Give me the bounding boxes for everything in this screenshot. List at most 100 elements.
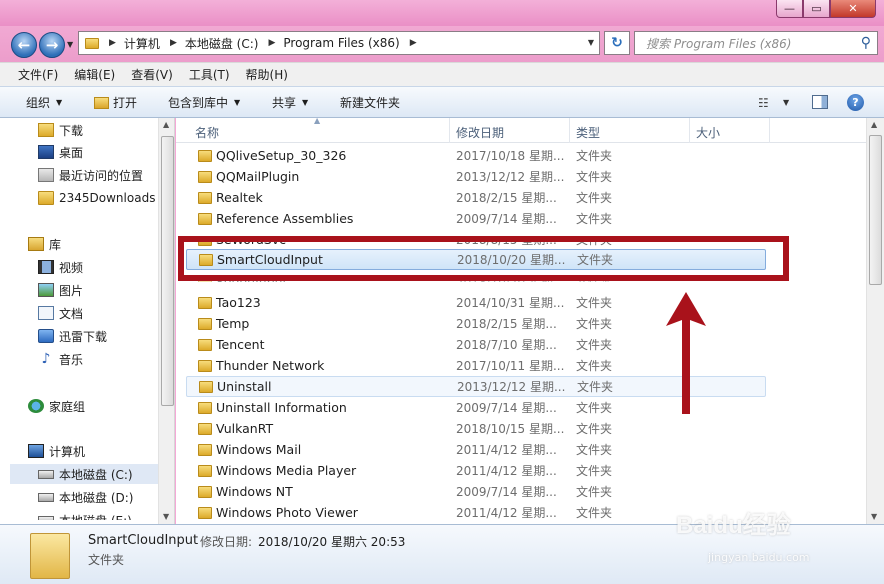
menu-edit[interactable]: 编辑(E)	[74, 66, 115, 83]
document-icon	[38, 306, 54, 320]
file-row[interactable]: QQMailPlugin 2013/12/12 星期... 文件夹	[186, 166, 766, 187]
file-date: 2017/10/11 星期...	[456, 359, 565, 373]
share-label: 共享	[272, 96, 297, 110]
nav-item-homegroup[interactable]: 家庭组	[28, 396, 174, 416]
file-type: 文件夹	[576, 422, 613, 436]
nav-item-drive-c[interactable]: 本地磁盘 (C:)	[10, 464, 158, 484]
nav-item-documents[interactable]: 文档	[38, 303, 174, 323]
breadcrumb-separator-icon[interactable]: ▶	[268, 38, 275, 48]
address-bar[interactable]: ▶ 计算机 ▶ 本地磁盘 (C:) ▶ Program Files (x86) …	[78, 31, 600, 55]
refresh-icon: ↻	[611, 35, 623, 51]
nav-item-libraries[interactable]: 库	[28, 234, 174, 254]
column-divider[interactable]	[689, 118, 690, 143]
search-placeholder: 搜索 Program Files (x86)	[646, 36, 792, 51]
menu-view[interactable]: 查看(V)	[131, 66, 173, 83]
scroll-up-icon[interactable]: ▲	[871, 120, 877, 129]
column-date[interactable]: 修改日期	[456, 124, 504, 141]
chevron-down-icon: ▼	[56, 98, 63, 107]
scroll-thumb[interactable]	[161, 136, 174, 406]
forward-button[interactable]: →	[39, 32, 65, 58]
close-button[interactable]: ✕	[830, 0, 876, 18]
folder-icon	[85, 37, 99, 49]
file-type: 文件夹	[576, 401, 613, 415]
drive-icon	[38, 515, 54, 520]
search-icon[interactable]: ⚲	[861, 35, 871, 51]
scroll-up-icon[interactable]: ▲	[163, 120, 169, 129]
breadcrumb-separator-icon[interactable]: ▶	[170, 38, 177, 48]
breadcrumb-separator-icon[interactable]: ▶	[109, 38, 116, 48]
column-name[interactable]: 名称	[195, 124, 219, 141]
file-date: 2011/4/12 星期...	[456, 443, 557, 457]
nav-item-recent[interactable]: 最近访问的位置	[38, 165, 174, 185]
open-button[interactable]: 打开	[94, 94, 137, 111]
menu-file[interactable]: 文件(F)	[18, 66, 58, 83]
breadcrumb-computer[interactable]: 计算机	[124, 35, 160, 52]
nav-item-drive-d[interactable]: 本地磁盘 (D:)	[38, 487, 174, 507]
drive-icon	[38, 492, 54, 502]
thunder-icon	[38, 329, 54, 343]
new-folder-button[interactable]: 新建文件夹	[340, 94, 400, 111]
column-type[interactable]: 类型	[576, 124, 600, 141]
navigation-scrollbar[interactable]: ▲ ▼	[158, 118, 174, 524]
file-row[interactable]: QQliveSetup_30_326 2017/10/18 星期... 文件夹	[186, 145, 766, 166]
include-label: 包含到库中	[168, 96, 229, 110]
file-type: 文件夹	[577, 380, 614, 394]
scroll-thumb[interactable]	[869, 135, 882, 285]
file-row[interactable]: Reference Assemblies 2009/7/14 星期... 文件夹	[186, 208, 766, 229]
nav-item-label: 本地磁盘 (D:)	[59, 490, 134, 505]
include-in-library-button[interactable]: 包含到库中 ▼	[168, 94, 240, 111]
nav-item-pictures[interactable]: 图片	[38, 280, 174, 300]
nav-item-label: 本地磁盘 (E:)	[59, 513, 132, 524]
file-row[interactable]: VulkanRT 2018/10/15 星期... 文件夹	[186, 418, 766, 439]
file-date: 2013/12/12 星期...	[456, 170, 565, 184]
details-date-label: 修改日期:	[200, 535, 253, 549]
column-divider[interactable]	[569, 118, 570, 143]
file-row[interactable]: Windows Mail 2011/4/12 星期... 文件夹	[186, 439, 766, 460]
column-divider[interactable]	[769, 118, 770, 143]
maximize-button[interactable]: ▭	[803, 0, 830, 18]
nav-item-music[interactable]: ♪ 音乐	[38, 349, 174, 369]
file-row[interactable]: Realtek 2018/2/15 星期... 文件夹	[186, 187, 766, 208]
search-input[interactable]: 搜索 Program Files (x86) ⚲	[634, 31, 878, 55]
file-list-scrollbar[interactable]: ▲ ▼	[866, 118, 884, 524]
nav-item-computer[interactable]: 计算机	[28, 441, 174, 461]
breadcrumb-program-files[interactable]: Program Files (x86)	[283, 36, 399, 50]
nav-item-drive-e[interactable]: 本地磁盘 (E:)	[38, 510, 174, 524]
open-folder-icon	[94, 96, 109, 109]
folder-icon	[30, 533, 70, 579]
window-controls: — ▭ ✕	[776, 0, 876, 18]
view-options-dropdown[interactable]: ▼	[783, 98, 789, 107]
refresh-button[interactable]: ↻	[604, 31, 630, 55]
help-icon[interactable]: ?	[847, 94, 864, 111]
share-button[interactable]: 共享 ▼	[272, 94, 308, 111]
nav-item-desktop[interactable]: 桌面	[38, 142, 174, 162]
breadcrumb-separator-icon[interactable]: ▶	[410, 38, 417, 48]
file-row[interactable]: Windows NT 2009/7/14 星期... 文件夹	[186, 481, 766, 502]
file-row[interactable]: Windows Media Player 2011/4/12 星期... 文件夹	[186, 460, 766, 481]
column-size[interactable]: 大小	[696, 124, 720, 141]
minimize-button[interactable]: —	[776, 0, 803, 18]
menu-help[interactable]: 帮助(H)	[246, 66, 288, 83]
scroll-down-icon[interactable]: ▼	[871, 512, 877, 521]
breadcrumb-drive-c[interactable]: 本地磁盘 (C:)	[185, 35, 259, 52]
nav-item-label: 库	[49, 237, 62, 252]
file-name: Windows NT	[216, 484, 293, 499]
scroll-down-icon[interactable]: ▼	[163, 512, 169, 521]
file-type: 文件夹	[576, 170, 613, 184]
back-button[interactable]: ←	[11, 32, 37, 58]
column-divider[interactable]	[449, 118, 450, 143]
highlight-box	[178, 236, 789, 281]
recent-pages-dropdown[interactable]: ▼	[67, 40, 73, 49]
chevron-down-icon: ▼	[302, 98, 309, 107]
nav-item-2345downloads[interactable]: 2345Downloads	[38, 188, 174, 208]
preview-pane-icon[interactable]	[812, 95, 828, 109]
change-view-icon[interactable]: ☷	[758, 96, 769, 110]
nav-item-videos[interactable]: 视频	[38, 257, 174, 277]
nav-item-label: 本地磁盘 (C:)	[59, 467, 133, 482]
organize-button[interactable]: 组织 ▼	[26, 94, 62, 111]
nav-item-thunder-downloads[interactable]: 迅雷下载	[38, 326, 174, 346]
file-type: 文件夹	[576, 317, 613, 331]
address-history-dropdown[interactable]: ▼	[588, 38, 594, 47]
menu-tools[interactable]: 工具(T)	[189, 66, 230, 83]
nav-item-downloads[interactable]: 下载	[38, 120, 174, 140]
